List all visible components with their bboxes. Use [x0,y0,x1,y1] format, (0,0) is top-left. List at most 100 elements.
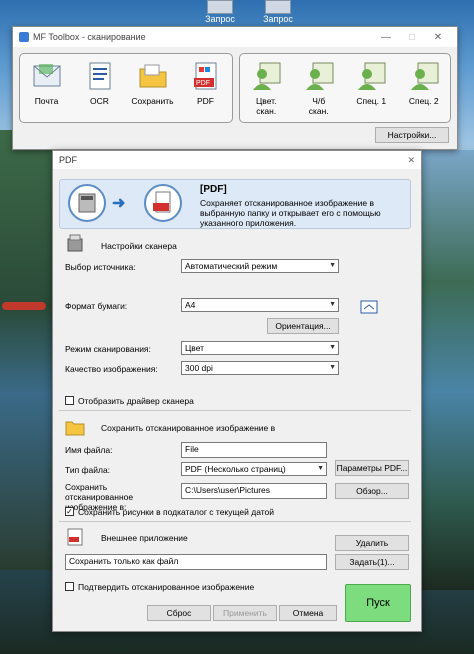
toolbox-title: MF Toolbox - сканирование [33,32,146,42]
toolbox-settings-button[interactable]: Настройки... [375,127,449,143]
folder-icon [137,60,169,92]
source-value: Автоматический режим [185,261,278,271]
chevron-down-icon: ▼ [329,262,336,269]
chevron-down-icon: ▼ [329,301,336,308]
pdf-icon [144,184,182,222]
filetype-select[interactable]: PDF (Несколько страниц) ▼ [181,462,327,476]
scan-mode-value: Цвет [185,343,205,353]
browse-button[interactable]: Обзор... [335,483,409,499]
color-scan-tool-button[interactable]: Цвет. скан. [242,60,290,116]
driver-checkbox[interactable] [65,396,74,405]
pdf-dialog: PDF ✕ ➜ [PDF] Сохраняет отсканированное … [52,150,422,632]
arrow-right-icon: ➜ [112,195,126,212]
maximize-button[interactable]: □ [399,32,425,43]
dialog-title: PDF [59,155,77,165]
mail-tool-button[interactable]: Почта [23,60,71,106]
toolbox-titlebar[interactable]: MF Toolbox - сканирование — □ ✕ [13,27,457,47]
desktop-wallpaper-left [0,130,60,570]
confirm-checkbox-label: Подтвердить отсканированное изображение [78,582,255,592]
filename-input[interactable]: File [181,442,327,458]
quality-value: 300 dpi [185,363,213,373]
save-settings-heading: Сохранить отсканированное изображение в [101,423,276,433]
scan-start-button[interactable]: Пуск [345,584,411,622]
source-label: Выбор источника: [65,262,136,272]
divider [59,410,411,411]
scanner-icon [68,184,106,222]
path-input[interactable]: C:\Users\user\Pictures [181,483,327,499]
subfolder-checkbox[interactable]: ✓ [65,507,74,516]
orientation-button[interactable]: Ориентация... [267,318,339,334]
svg-text:PDF: PDF [196,80,210,87]
save-tool-button[interactable]: Сохранить [129,60,177,106]
paper-label: Формат бумаги: [65,301,128,311]
quality-select[interactable]: 300 dpi ▼ [181,361,339,375]
scan-mode-label: Режим сканирования: [65,344,151,354]
desktop-icon-request-2[interactable]: Запрос [258,0,298,24]
pdf-tool-button[interactable]: PDF PDF [182,60,230,106]
user-scan-icon [355,60,387,92]
user-scan-icon [250,60,282,92]
filetype-label: Тип файла: [65,465,111,475]
scanner-settings-icon [65,233,85,253]
minimize-button[interactable]: — [373,32,399,43]
external-app-heading: Внешнее приложение [101,533,188,543]
delete-app-button[interactable]: Удалить [335,535,409,551]
confirm-checkbox[interactable] [65,582,74,591]
dialog-banner: ➜ [PDF] Сохраняет отсканированное изобра… [59,179,411,229]
pdf-icon: PDF [190,60,222,92]
pdf-params-button[interactable]: Параметры PDF... [335,460,409,476]
banner-description: Сохраняет отсканированное изображение в … [200,198,381,228]
bw-scan-tool-button[interactable]: Ч/б скан. [295,60,343,116]
custom1-tool-label: Спец. 1 [356,96,387,106]
filetype-value: PDF (Несколько страниц) [185,464,286,474]
external-app-icon [65,527,85,547]
ocr-tool-label: OCR [90,96,109,106]
scan-mode-select[interactable]: Цвет ▼ [181,341,339,355]
toolbox-window: MF Toolbox - сканирование — □ ✕ Почта OC… [12,26,458,150]
folder-icon [65,417,85,437]
toolbox-left-group: Почта OCR Сохранить PDF PDF [19,53,233,123]
desktop-icon-label: Запрос [205,14,235,24]
color-scan-tool-label: Цвет. скан. [256,96,277,116]
chevron-down-icon: ▼ [317,465,324,472]
source-select[interactable]: Автоматический режим ▼ [181,259,339,273]
user-scan-icon [408,60,440,92]
cancel-button[interactable]: Отмена [279,605,337,621]
bw-scan-tool-label: Ч/б скан. [308,96,329,116]
quality-label: Качество изображения: [65,364,158,374]
filename-label: Имя файла: [65,445,113,455]
paper-orientation-icon [359,297,379,317]
pdf-tool-label: PDF [197,96,214,106]
app-icon [19,32,29,42]
external-app-field[interactable]: Сохранить только как файл [65,554,327,570]
chevron-down-icon: ▼ [329,344,336,351]
dialog-close-button[interactable]: ✕ [407,155,415,166]
banner-title: [PDF] [200,184,227,195]
desktop-icon-request-1[interactable]: Запрос [200,0,240,24]
desktop-icon-label: Запрос [263,14,293,24]
apply-button[interactable]: Применить [213,605,277,621]
mail-tool-label: Почта [34,96,59,106]
toolbox-right-group: Цвет. скан. Ч/б скан. Спец. 1 Спец. 2 [239,53,451,123]
driver-checkbox-label: Отобразить драйвер сканера [78,396,194,406]
dialog-titlebar[interactable]: PDF ✕ [53,151,421,169]
ocr-tool-button[interactable]: OCR [76,60,124,106]
set-app-button[interactable]: Задать(1)... [335,554,409,570]
user-scan-icon [303,60,335,92]
document-icon [207,0,233,14]
subfolder-checkbox-label: Сохранить рисунки в подкаталог с текущей… [78,507,275,517]
ocr-icon [84,60,116,92]
paper-value: A4 [185,300,196,310]
reset-button[interactable]: Сброс [147,605,211,621]
scanner-settings-heading: Настройки сканера [101,241,177,251]
paper-select[interactable]: A4 ▼ [181,298,339,312]
wallpaper-kayak [2,302,46,310]
custom1-tool-button[interactable]: Спец. 1 [347,60,395,106]
close-button[interactable]: ✕ [425,32,451,43]
save-tool-label: Сохранить [131,96,174,106]
divider [59,521,411,522]
custom2-tool-label: Спец. 2 [408,96,439,106]
mail-icon [31,60,63,92]
custom2-tool-button[interactable]: Спец. 2 [400,60,448,106]
document-icon [265,0,291,14]
